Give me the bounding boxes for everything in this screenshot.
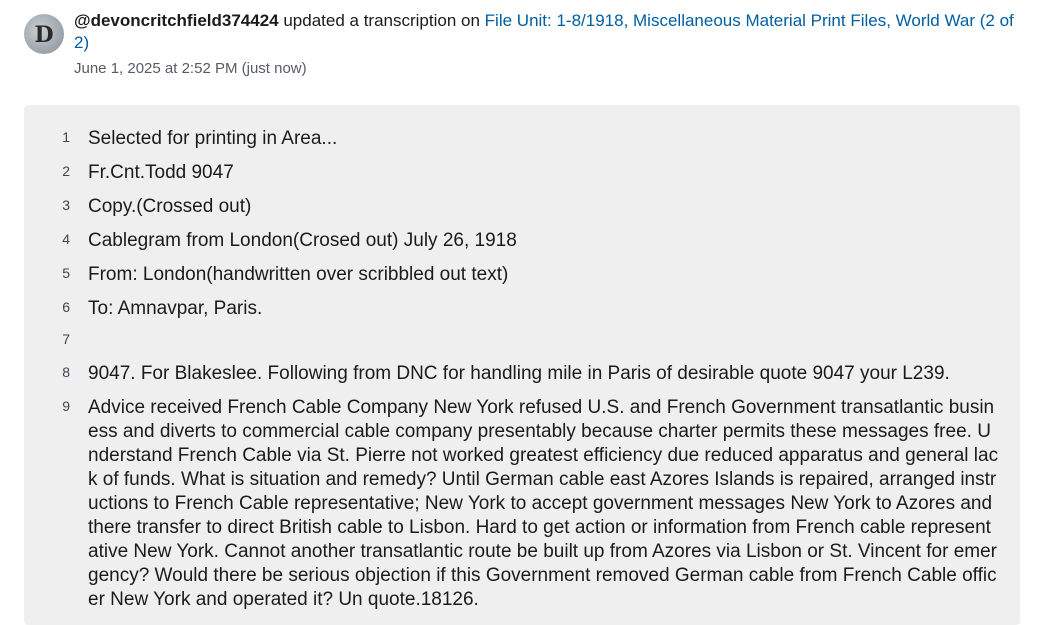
line-number: 4 xyxy=(62,231,70,247)
username-link[interactable]: @devoncritchfield374424 xyxy=(74,11,279,30)
line-text: Fr.Cnt.Todd 9047 xyxy=(88,162,234,183)
line-text: Copy.(Crossed out) xyxy=(88,196,252,217)
line-number: 3 xyxy=(62,197,70,213)
line-text: 9047. For Blakeslee. Following from DNC … xyxy=(88,363,950,384)
line-number: 8 xyxy=(62,364,70,380)
activity-action-text: updated a transcription on xyxy=(283,11,480,30)
line-text: Cablegram from London(Crosed out) July 2… xyxy=(88,230,517,251)
transcription-panel: 1 Selected for printing in Area... 2 Fr.… xyxy=(24,105,1020,625)
line-text: From: London(handwritten over scribbled … xyxy=(88,264,509,285)
line-number: 2 xyxy=(62,163,70,179)
user-avatar-icon[interactable]: D xyxy=(24,14,64,54)
line-number: 7 xyxy=(62,331,70,347)
line-number: 6 xyxy=(62,299,70,315)
line-text: To: Amnavpar, Paris. xyxy=(88,298,263,319)
line-number: 5 xyxy=(62,265,70,281)
line-number: 9 xyxy=(62,398,70,414)
activity-header: @devoncritchfield374424 updated a transc… xyxy=(74,10,1024,54)
activity-timestamp: June 1, 2025 at 2:52 PM (just now) xyxy=(74,60,307,77)
line-text: Selected for printing in Area... xyxy=(88,128,338,149)
line-text: Advice received French Cable Company New… xyxy=(88,397,999,610)
activity-entry: D @devoncritchfield374424 updated a tran… xyxy=(0,0,1058,625)
line-number: 1 xyxy=(62,129,70,145)
